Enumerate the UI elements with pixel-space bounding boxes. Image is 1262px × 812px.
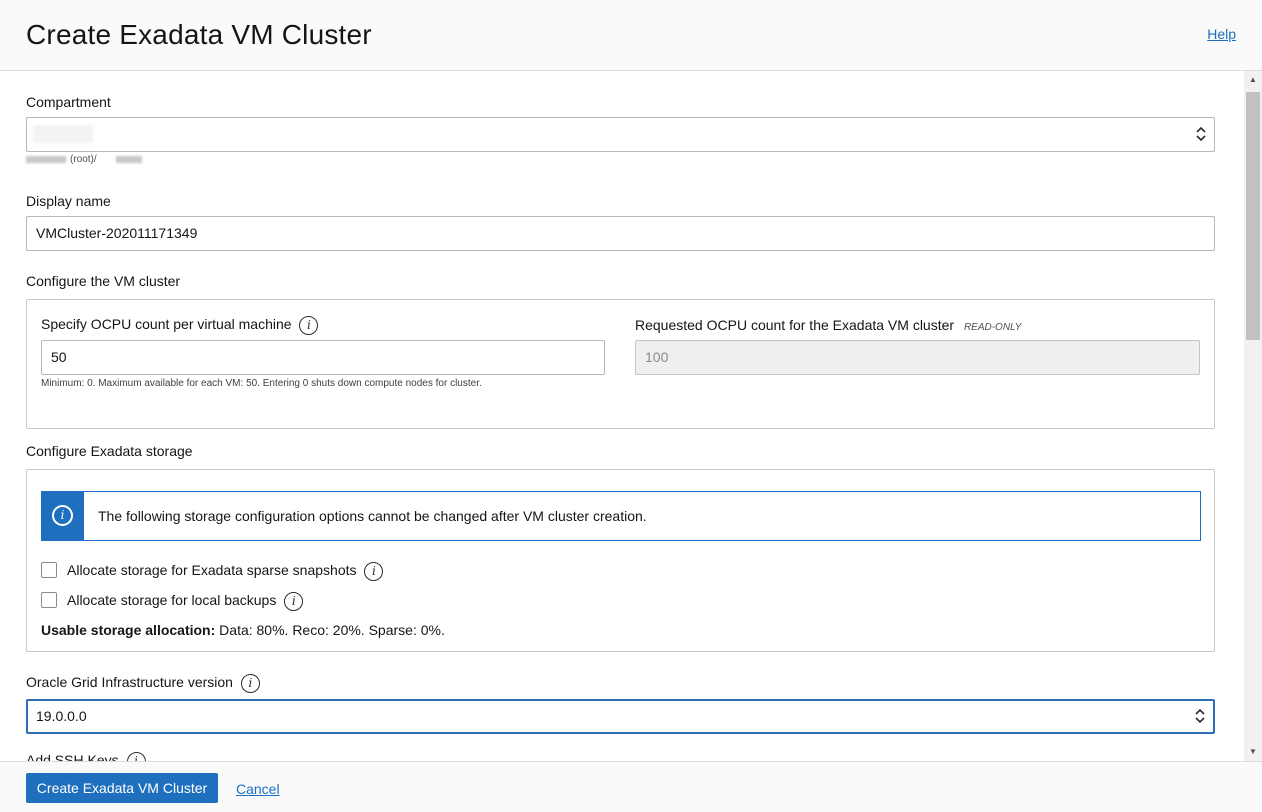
sparse-info-icon[interactable]: i — [364, 562, 384, 581]
storage-info-banner: i The following storage configuration op… — [41, 491, 1201, 541]
usable-storage-row: Usable storage allocation: Data: 80%. Re… — [41, 622, 445, 638]
vm-cluster-section-label: Configure the VM cluster — [26, 273, 181, 289]
sparse-snapshots-checkbox[interactable] — [41, 562, 57, 578]
requested-ocpu-label: Requested OCPU count for the Exadata VM … — [635, 317, 955, 333]
ocpu-label-row: Specify OCPU count per virtual machine i — [41, 316, 319, 335]
redacted-compartment-value — [33, 125, 93, 143]
storage-panel: i The following storage configuration op… — [26, 469, 1215, 652]
vm-cluster-panel: Specify OCPU count per virtual machine i… — [26, 299, 1215, 429]
compartment-label: Compartment — [26, 94, 111, 110]
scrollbar-thumb[interactable] — [1246, 92, 1260, 340]
ocpu-count-field[interactable]: 50 — [41, 340, 605, 375]
compartment-path: (root)/ — [26, 154, 156, 166]
local-backups-label-row: Allocate storage for local backups i — [67, 592, 304, 611]
sparse-snapshots-label-row: Allocate storage for Exadata sparse snap… — [67, 562, 384, 581]
backups-info-icon[interactable]: i — [284, 592, 304, 611]
grid-version-select[interactable]: 19.0.0.0 — [26, 699, 1215, 734]
form-body: Compartment (root)/ Display name VMClust… — [0, 71, 1244, 761]
ocpu-count-value: 50 — [51, 349, 67, 365]
compartment-select[interactable] — [26, 117, 1215, 152]
local-backups-checkbox[interactable] — [41, 592, 57, 608]
ssh-info-icon[interactable]: i — [126, 752, 146, 761]
grid-info-icon[interactable]: i — [240, 674, 260, 693]
requested-ocpu-value: 100 — [645, 349, 669, 365]
grid-version-label-row: Oracle Grid Infrastructure version i — [26, 674, 260, 693]
banner-icon-bar: i — [42, 492, 84, 540]
redacted-path-prefix — [26, 156, 66, 163]
cancel-link[interactable]: Cancel — [236, 781, 280, 797]
usable-storage-value: Data: 80%. Reco: 20%. Sparse: 0%. — [219, 622, 445, 638]
display-name-value: VMCluster-202011171349 — [36, 225, 198, 241]
requested-ocpu-label-row: Requested OCPU count for the Exadata VM … — [635, 317, 1021, 333]
select-arrows-icon — [1195, 708, 1205, 724]
requested-ocpu-field: 100 — [635, 340, 1200, 375]
ssh-keys-label-row: Add SSH Keys i — [26, 752, 146, 761]
display-name-label: Display name — [26, 193, 111, 209]
help-link[interactable]: Help — [1207, 26, 1236, 42]
redacted-path-suffix — [116, 156, 142, 163]
grid-version-value: 19.0.0.0 — [36, 708, 87, 724]
banner-text: The following storage configuration opti… — [98, 508, 647, 524]
ocpu-label: Specify OCPU count per virtual machine — [41, 316, 292, 333]
page-title: Create Exadata VM Cluster — [26, 19, 372, 50]
dialog-header: Create Exadata VM Cluster Help — [0, 0, 1262, 71]
display-name-field[interactable]: VMCluster-202011171349 — [26, 216, 1215, 251]
usable-storage-label: Usable storage allocation: — [41, 622, 216, 638]
vertical-scrollbar[interactable]: ▲ ▼ — [1244, 71, 1262, 761]
scroll-up-arrow-icon[interactable]: ▲ — [1244, 71, 1262, 89]
local-backups-label: Allocate storage for local backups — [67, 592, 277, 609]
create-vm-cluster-button[interactable]: Create Exadata VM Cluster — [26, 773, 218, 803]
grid-version-label: Oracle Grid Infrastructure version — [26, 674, 233, 691]
select-arrows-icon — [1196, 126, 1206, 142]
read-only-badge: READ-ONLY — [963, 322, 1022, 333]
info-icon: i — [52, 505, 73, 526]
ocpu-note: Minimum: 0. Maximum available for each V… — [41, 378, 482, 389]
dialog-footer: Create Exadata VM Cluster Cancel — [0, 761, 1262, 812]
storage-section-label: Configure Exadata storage — [26, 443, 193, 459]
sparse-snapshots-label: Allocate storage for Exadata sparse snap… — [67, 562, 357, 579]
ssh-keys-label: Add SSH Keys — [26, 752, 119, 761]
ocpu-info-icon[interactable]: i — [299, 316, 319, 335]
scroll-down-arrow-icon[interactable]: ▼ — [1244, 743, 1262, 761]
compartment-path-text: (root)/ — [70, 154, 97, 165]
